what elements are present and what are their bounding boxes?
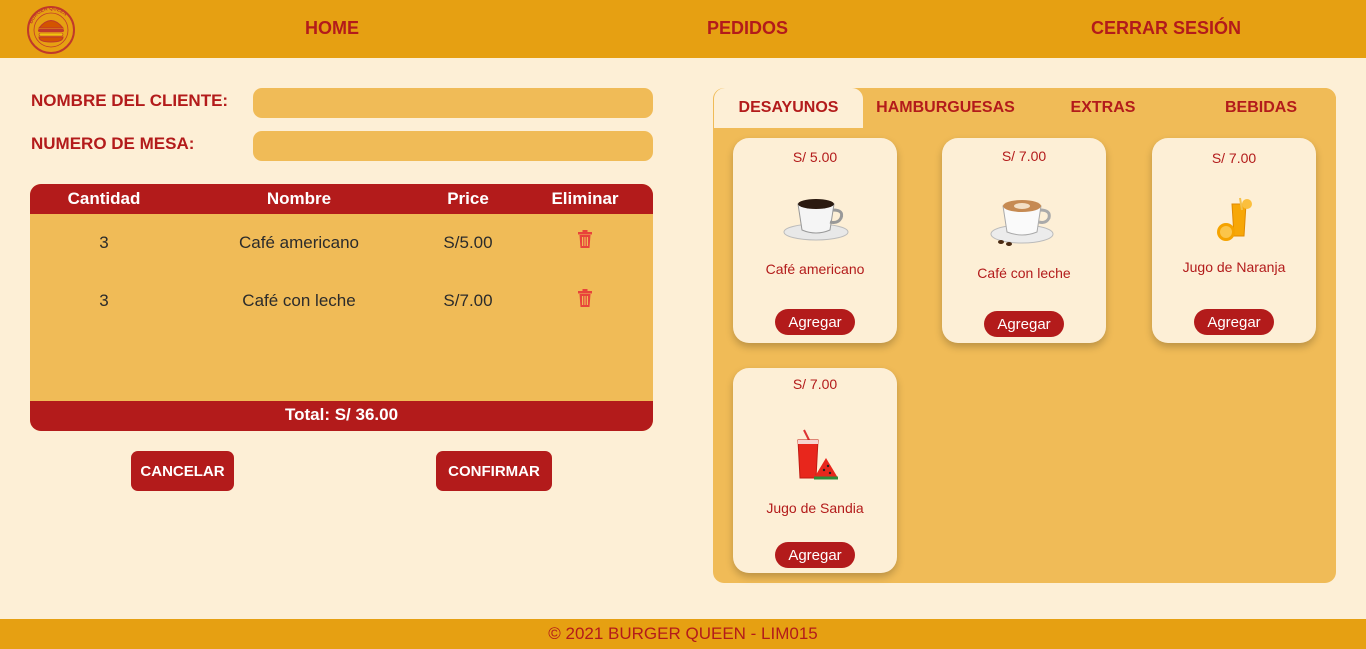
column-header-quantity: Cantidad <box>67 189 141 208</box>
nav-orders-link[interactable]: PEDIDOS <box>707 18 788 39</box>
product-card: S/ 7.00 Jugo de Sandia Agregar <box>733 368 897 573</box>
order-table: Cantidad Nombre Price Eliminar 3 Café am… <box>30 184 653 431</box>
column-header-delete: Eliminar <box>551 189 619 208</box>
column-header-name: Nombre <box>266 189 332 208</box>
product-card: S/ 7.00 Café con leche Agregar <box>942 138 1106 343</box>
add-product-button[interactable]: Agregar <box>775 542 855 568</box>
top-nav-bar: BURGER QUEEN HOME PEDIDOS CERRAR SESIÓN <box>0 0 1366 58</box>
add-product-button[interactable]: Agregar <box>984 311 1064 337</box>
order-row-1-price: S/5.00 <box>443 233 493 252</box>
column-header-price: Price <box>447 189 489 208</box>
footer: © 2021 BURGER QUEEN - LIM015 <box>0 619 1366 649</box>
tab-bebidas[interactable]: BEBIDAS <box>1186 88 1336 128</box>
product-name: Café americano <box>765 261 865 277</box>
order-row-2-name: Café con leche <box>242 291 356 310</box>
trash-icon[interactable] <box>578 230 592 248</box>
tab-hamburguesas[interactable]: HAMBURGUESAS <box>871 88 1020 128</box>
product-card: S/ 7.00 Jugo de Naranja Agregar <box>1152 138 1316 343</box>
client-name-label: NOMBRE DEL CLIENTE: <box>31 91 229 110</box>
tab-extras[interactable]: EXTRAS <box>1028 88 1178 128</box>
latte-cup-icon <box>990 200 1054 246</box>
confirm-button[interactable]: CONFIRMAR <box>436 451 552 491</box>
client-name-input[interactable] <box>253 88 653 118</box>
nav-logout-link[interactable]: CERRAR SESIÓN <box>1091 18 1241 39</box>
trash-icon[interactable] <box>578 289 592 307</box>
cancel-button[interactable]: CANCELAR <box>131 451 234 491</box>
watermelon-juice-icon <box>797 429 838 480</box>
orange-juice-icon <box>1217 197 1252 241</box>
product-card: S/ 5.00 Café americano Agregar <box>733 138 897 343</box>
product-price: S/ 7.00 <box>792 376 838 392</box>
product-price: S/ 7.00 <box>1001 148 1047 164</box>
nav-home-link[interactable]: HOME <box>305 18 359 39</box>
product-price: S/ 7.00 <box>1211 150 1257 166</box>
tab-desayunos[interactable]: DESAYUNOS <box>714 88 863 128</box>
product-name: Jugo de Sandia <box>766 500 864 516</box>
order-row-2-price: S/7.00 <box>443 291 493 310</box>
footer-copyright: © 2021 BURGER QUEEN - LIM015 <box>548 624 818 643</box>
product-name: Jugo de Naranja <box>1182 259 1286 275</box>
order-total: Total: S/ 36.00 <box>30 401 653 431</box>
add-product-button[interactable]: Agregar <box>775 309 855 335</box>
product-price: S/ 5.00 <box>792 149 838 165</box>
order-row-1-quantity: 3 <box>99 233 109 252</box>
order-row-1-name: Café americano <box>238 233 360 252</box>
burger-queen-logo[interactable]: BURGER QUEEN <box>23 5 79 55</box>
table-number-input[interactable] <box>253 131 653 161</box>
table-number-label: NUMERO DE MESA: <box>31 134 195 153</box>
order-row-2-quantity: 3 <box>99 291 109 310</box>
tab-row-divider <box>713 128 1336 130</box>
order-table-header: Cantidad Nombre Price Eliminar <box>30 184 653 214</box>
product-name: Café con leche <box>977 265 1071 281</box>
coffee-cup-icon <box>783 199 849 241</box>
add-product-button[interactable]: Agregar <box>1194 309 1274 335</box>
